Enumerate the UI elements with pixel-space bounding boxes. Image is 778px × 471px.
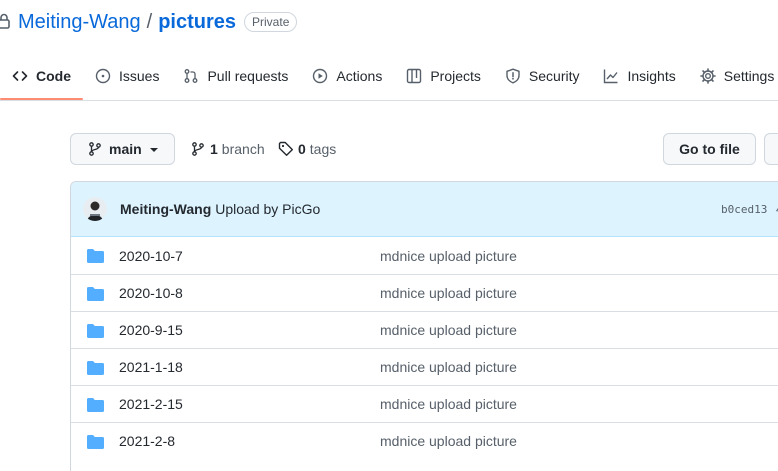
tab-label: Actions xyxy=(336,68,383,84)
branch-count: 1 xyxy=(210,141,218,157)
repo-nav-tabs: Code Issues Pull requests Actions Projec… xyxy=(0,53,778,101)
tab-label: Projects xyxy=(430,68,481,84)
repo-name-link[interactable]: pictures xyxy=(158,11,236,34)
lock-icon xyxy=(0,13,10,29)
tab-label: Settings xyxy=(723,68,775,84)
file-commit-message-link[interactable]: mdnice upload picture xyxy=(380,433,517,449)
repo-toolbar: main 1 branch 0 tags Go to file xyxy=(70,133,778,165)
play-icon xyxy=(313,68,328,84)
gear-icon xyxy=(699,68,716,84)
folder-icon xyxy=(87,435,104,449)
commit-author-link[interactable]: Meiting-Wang xyxy=(120,201,211,217)
file-row[interactable]: 2020-10-7 mdnice upload picture xyxy=(71,237,778,274)
branch-select-button[interactable]: main xyxy=(70,133,175,165)
tab-label: Insights xyxy=(627,68,676,84)
tab-label: Pull requests xyxy=(207,68,289,84)
file-name-link[interactable]: 2021-2-15 xyxy=(119,396,183,412)
path-separator: / xyxy=(146,10,153,33)
repo-title: Meiting-Wang / pictures Private xyxy=(0,8,298,36)
file-commit-message-link[interactable]: mdnice upload picture xyxy=(380,322,517,338)
branch-name: main xyxy=(109,141,142,157)
tab-settings[interactable]: Settings xyxy=(688,53,778,99)
visibility-badge: Private xyxy=(244,12,298,32)
graph-icon xyxy=(604,69,619,84)
folder-icon xyxy=(87,324,104,338)
tab-label: Security xyxy=(528,68,580,84)
repo-owner-link[interactable]: Meiting-Wang xyxy=(18,11,141,34)
file-row[interactable]: 2020-9-15 mdnice upload picture xyxy=(71,311,778,348)
caret-down-icon xyxy=(149,148,158,152)
table-icon xyxy=(407,68,422,84)
file-list: 2020-10-7 mdnice upload picture 2020-10-8 m… xyxy=(71,237,778,459)
file-row[interactable]: 2021-2-15 mdnice upload picture xyxy=(71,385,778,422)
tags-link[interactable]: 0 tags xyxy=(278,133,336,165)
git-branch-icon xyxy=(192,142,204,156)
file-commit-message-link[interactable]: mdnice upload picture xyxy=(380,396,517,412)
file-name-link[interactable]: 2020-10-7 xyxy=(119,248,183,264)
file-name-link[interactable]: 2020-9-15 xyxy=(119,322,183,338)
shield-icon xyxy=(506,68,520,84)
repo-header: Meiting-Wang / pictures Private Code Iss… xyxy=(0,0,778,101)
git-pull-request-icon xyxy=(185,69,198,83)
git-branch-icon xyxy=(89,142,101,156)
file-commit-message-link[interactable]: mdnice upload picture xyxy=(380,248,517,264)
file-name-link[interactable]: 2021-1-18 xyxy=(119,359,183,375)
file-name-link[interactable]: 2020-10-8 xyxy=(119,285,183,301)
tab-insights[interactable]: Insights xyxy=(591,53,687,99)
tab-label: Code xyxy=(36,68,71,84)
tab-label: Issues xyxy=(119,68,160,84)
folder-icon xyxy=(87,249,104,263)
go-to-file-button[interactable]: Go to file xyxy=(663,133,756,165)
tab-issues[interactable]: Issues xyxy=(83,53,171,99)
file-browser: Meiting-Wang Upload by PicGo b0ced13 4 2… xyxy=(70,181,778,471)
tag-icon xyxy=(278,141,293,156)
file-row[interactable]: 2021-1-18 mdnice upload picture xyxy=(71,348,778,385)
tab-actions[interactable]: Actions xyxy=(300,53,394,99)
branches-link[interactable]: 1 branch xyxy=(190,133,265,165)
tab-projects[interactable]: Projects xyxy=(394,53,493,99)
commit-message-link[interactable]: Upload by PicGo xyxy=(215,201,320,217)
branch-count-label: branch xyxy=(221,141,265,157)
folder-icon xyxy=(87,398,104,412)
commit-sha-link[interactable]: b0ced13 xyxy=(721,182,767,237)
file-row[interactable]: 2021-2-8 mdnice upload picture xyxy=(71,422,778,459)
folder-icon xyxy=(87,361,104,375)
tag-count-label: tags xyxy=(309,141,337,157)
tab-code[interactable]: Code xyxy=(0,53,83,100)
add-file-button[interactable] xyxy=(764,133,778,165)
tab-pull-requests[interactable]: Pull requests xyxy=(171,53,300,99)
issue-opened-icon xyxy=(95,68,111,84)
file-commit-message-link[interactable]: mdnice upload picture xyxy=(380,359,517,375)
folder-icon xyxy=(87,287,104,301)
file-name-link[interactable]: 2021-2-8 xyxy=(119,433,175,449)
file-row[interactable]: 2020-10-8 mdnice upload picture xyxy=(71,274,778,311)
tab-security[interactable]: Security xyxy=(493,53,592,99)
latest-commit-bar: Meiting-Wang Upload by PicGo b0ced13 4 xyxy=(71,182,778,237)
avatar[interactable] xyxy=(83,197,107,221)
tag-count: 0 xyxy=(298,141,306,157)
file-commit-message-link[interactable]: mdnice upload picture xyxy=(380,285,517,301)
code-icon xyxy=(12,71,28,81)
